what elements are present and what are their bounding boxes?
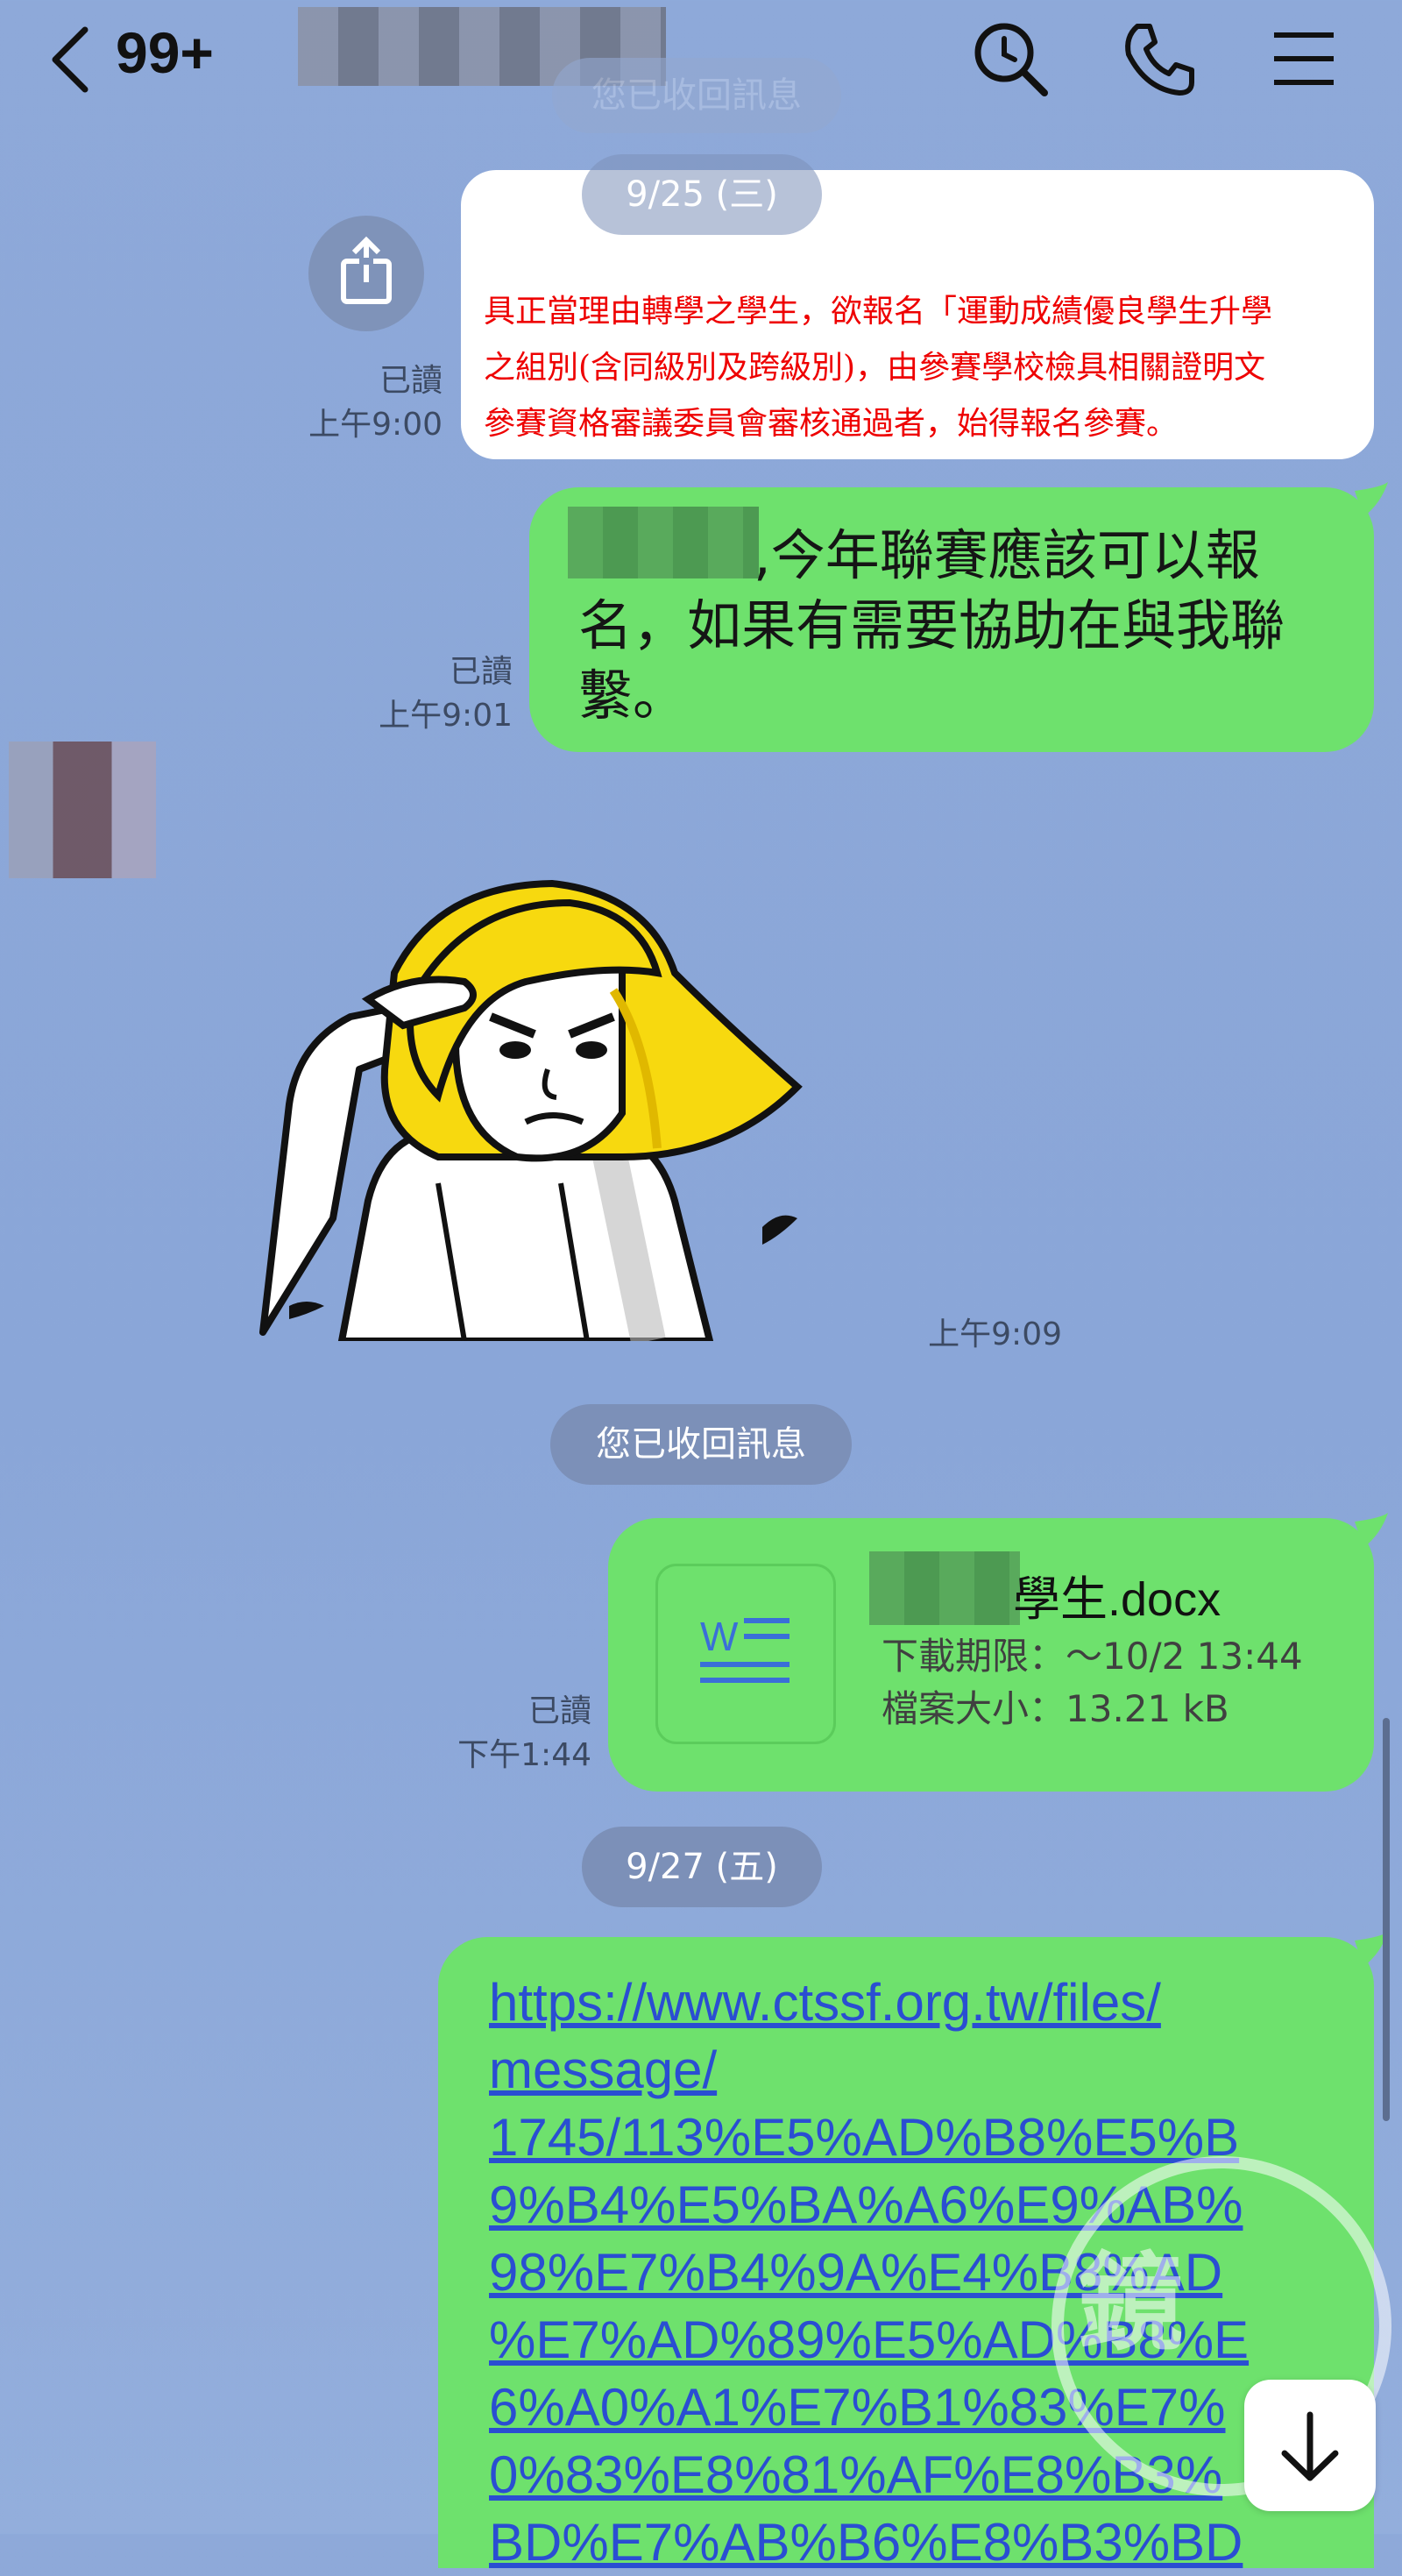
timestamp: 下午1:44 (457, 1737, 591, 1773)
reply-meta: 已讀 上午9:01 (333, 650, 513, 738)
menu-icon[interactable] (1271, 19, 1337, 98)
svg-text:W: W (700, 1614, 739, 1659)
sender-avatar-blurred[interactable] (9, 742, 156, 878)
timestamp: 上午9:01 (379, 698, 513, 734)
notice-meta: 已讀 上午9:00 (263, 359, 443, 447)
reply-message-bubble[interactable]: ,今年聯賽應該可以報 名，如果有需要協助在與我聯 繫。 (529, 487, 1374, 752)
reply-line-1: ,今年聯賽應該可以報 (754, 523, 1260, 587)
sticker-timestamp: 上午9:09 (928, 1316, 1062, 1352)
notice-line-1: 具正當理由轉學之學生，欲報名「運動成績優良學生升學 (484, 294, 1273, 330)
link-line-9[interactable]: BD%E7%AB%B6%E8%B3%BD (489, 2509, 1365, 2576)
share-button[interactable] (308, 216, 424, 331)
link-line-2[interactable]: message/ (489, 2036, 1365, 2104)
recalled-message-pill-top: 您已收回訊息 (552, 58, 841, 133)
timestamp: 上午9:00 (308, 407, 443, 443)
date-pill-0927: 9/27 (五) (582, 1827, 822, 1907)
arrow-down-icon (1281, 2411, 1339, 2481)
scroll-to-bottom-button[interactable] (1244, 2380, 1376, 2511)
word-doc-icon: W (700, 1614, 790, 1683)
date-pill-0925: 9/25 (三) (582, 154, 822, 235)
notice-line-2: 之組別(含同級別及跨級別)，由參賽學校檢具相關證明文 (484, 350, 1266, 386)
scrollbar[interactable] (1383, 1718, 1390, 2121)
unread-count[interactable]: 99+ (116, 19, 214, 86)
file-meta: 已讀 下午1:44 (412, 1690, 591, 1778)
word-file-icon: W (655, 1564, 836, 1744)
phone-icon[interactable] (1120, 19, 1199, 98)
read-status: 已讀 (449, 654, 513, 690)
search-icon[interactable] (971, 19, 1050, 98)
redacted-filename (869, 1551, 1020, 1625)
download-limit: 下載期限：～10/2 13:44 (882, 1635, 1303, 1678)
watermark-glyph: 鏡 (1078, 2243, 1183, 2365)
file-name: 學生.docx (1013, 1573, 1221, 1626)
notice-line-3: 參賽資格審議委員會審核通過者，始得報名參賽。 (484, 406, 1179, 442)
read-status: 已讀 (528, 1693, 591, 1729)
file-message-bubble[interactable]: W 學生.docx 下載期限：～10/2 13:44 檔案大小：13.21 kB (608, 1518, 1374, 1792)
bubble-tail (1355, 482, 1388, 517)
bubble-tail (1355, 1513, 1388, 1548)
recalled-message-pill: 您已收回訊息 (550, 1404, 852, 1485)
chevron-left-icon[interactable] (48, 25, 92, 95)
share-icon (341, 236, 392, 304)
link-line-1[interactable]: https://www.ctssf.org.tw/files/ (489, 1969, 1365, 2036)
read-status: 已讀 (379, 363, 443, 399)
reply-line-3: 繫。 (578, 664, 688, 727)
reply-line-2: 名，如果有需要協助在與我聯 (578, 593, 1285, 657)
salute-sticker[interactable] (237, 868, 832, 1341)
file-size: 檔案大小：13.21 kB (882, 1687, 1229, 1730)
